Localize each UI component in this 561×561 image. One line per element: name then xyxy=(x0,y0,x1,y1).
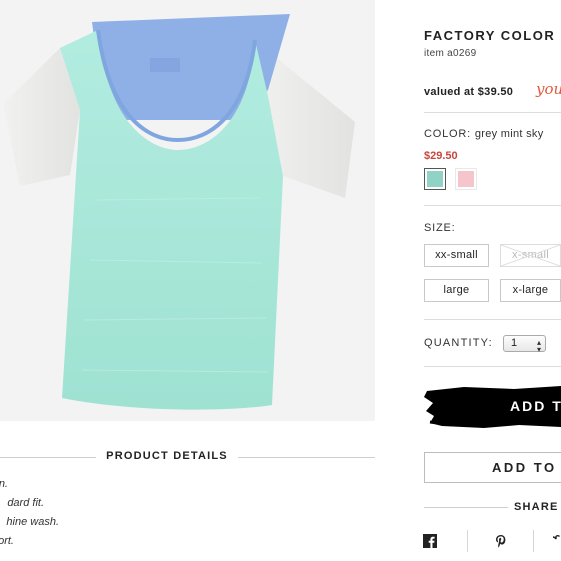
divider xyxy=(424,205,561,206)
swatch-mint-color xyxy=(427,171,443,187)
sale-price: $29.50 xyxy=(424,150,458,162)
stepper-arrows-icon: ▴ ▾ xyxy=(536,338,541,354)
add-to-bag-button[interactable]: ADD T xyxy=(424,383,561,429)
divider-line xyxy=(0,457,96,458)
product-details-title: PRODUCT DETAILS xyxy=(106,450,228,462)
product-image[interactable] xyxy=(0,0,375,421)
tshirt-illustration xyxy=(3,14,355,410)
share-label: SHARE xyxy=(514,501,559,513)
pinterest-icon[interactable] xyxy=(494,534,508,548)
quantity-value: 1 xyxy=(511,337,518,349)
share-separator xyxy=(467,530,468,552)
swatch-mint[interactable] xyxy=(424,168,446,190)
unavailable-strike-icon xyxy=(501,245,560,266)
divider-line xyxy=(424,507,508,508)
size-large-button[interactable]: large xyxy=(424,279,489,302)
twitter-icon[interactable] xyxy=(552,534,561,548)
size-x-large-button[interactable]: x-large xyxy=(500,279,561,302)
quantity-select[interactable]: 1 ▴ ▾ xyxy=(503,335,546,354)
color-value: grey mint sky xyxy=(474,128,544,140)
share-heading: SHARE xyxy=(424,500,561,514)
divider-line xyxy=(238,457,375,458)
quantity-label: QUANTITY: xyxy=(424,337,493,349)
color-label: COLOR: grey mint sky xyxy=(424,128,544,140)
item-number: item a0269 xyxy=(424,48,477,59)
valued-price: valued at $39.50 xyxy=(424,86,514,98)
add-to-wishlist-button[interactable]: ADD TO xyxy=(424,452,561,483)
swatch-pink-color xyxy=(458,171,474,187)
size-x-small-button[interactable]: x-small xyxy=(500,244,561,267)
product-details-heading: PRODUCT DETAILS xyxy=(0,450,375,464)
facebook-icon[interactable] xyxy=(423,534,437,548)
size-label: SIZE: xyxy=(424,222,456,234)
add-to-wishlist-label: ADD TO xyxy=(492,460,557,475)
share-separator xyxy=(533,530,534,552)
swatch-pink[interactable] xyxy=(455,168,477,190)
add-to-bag-label: ADD T xyxy=(510,398,561,414)
size-xx-small-button[interactable]: xx-small xyxy=(424,244,489,267)
promo-script-text: you xyxy=(536,80,561,98)
divider xyxy=(424,319,561,320)
product-title: FACTORY COLOR xyxy=(424,28,556,43)
divider xyxy=(424,366,561,367)
divider xyxy=(424,112,561,113)
color-label-text: COLOR: xyxy=(424,128,471,140)
